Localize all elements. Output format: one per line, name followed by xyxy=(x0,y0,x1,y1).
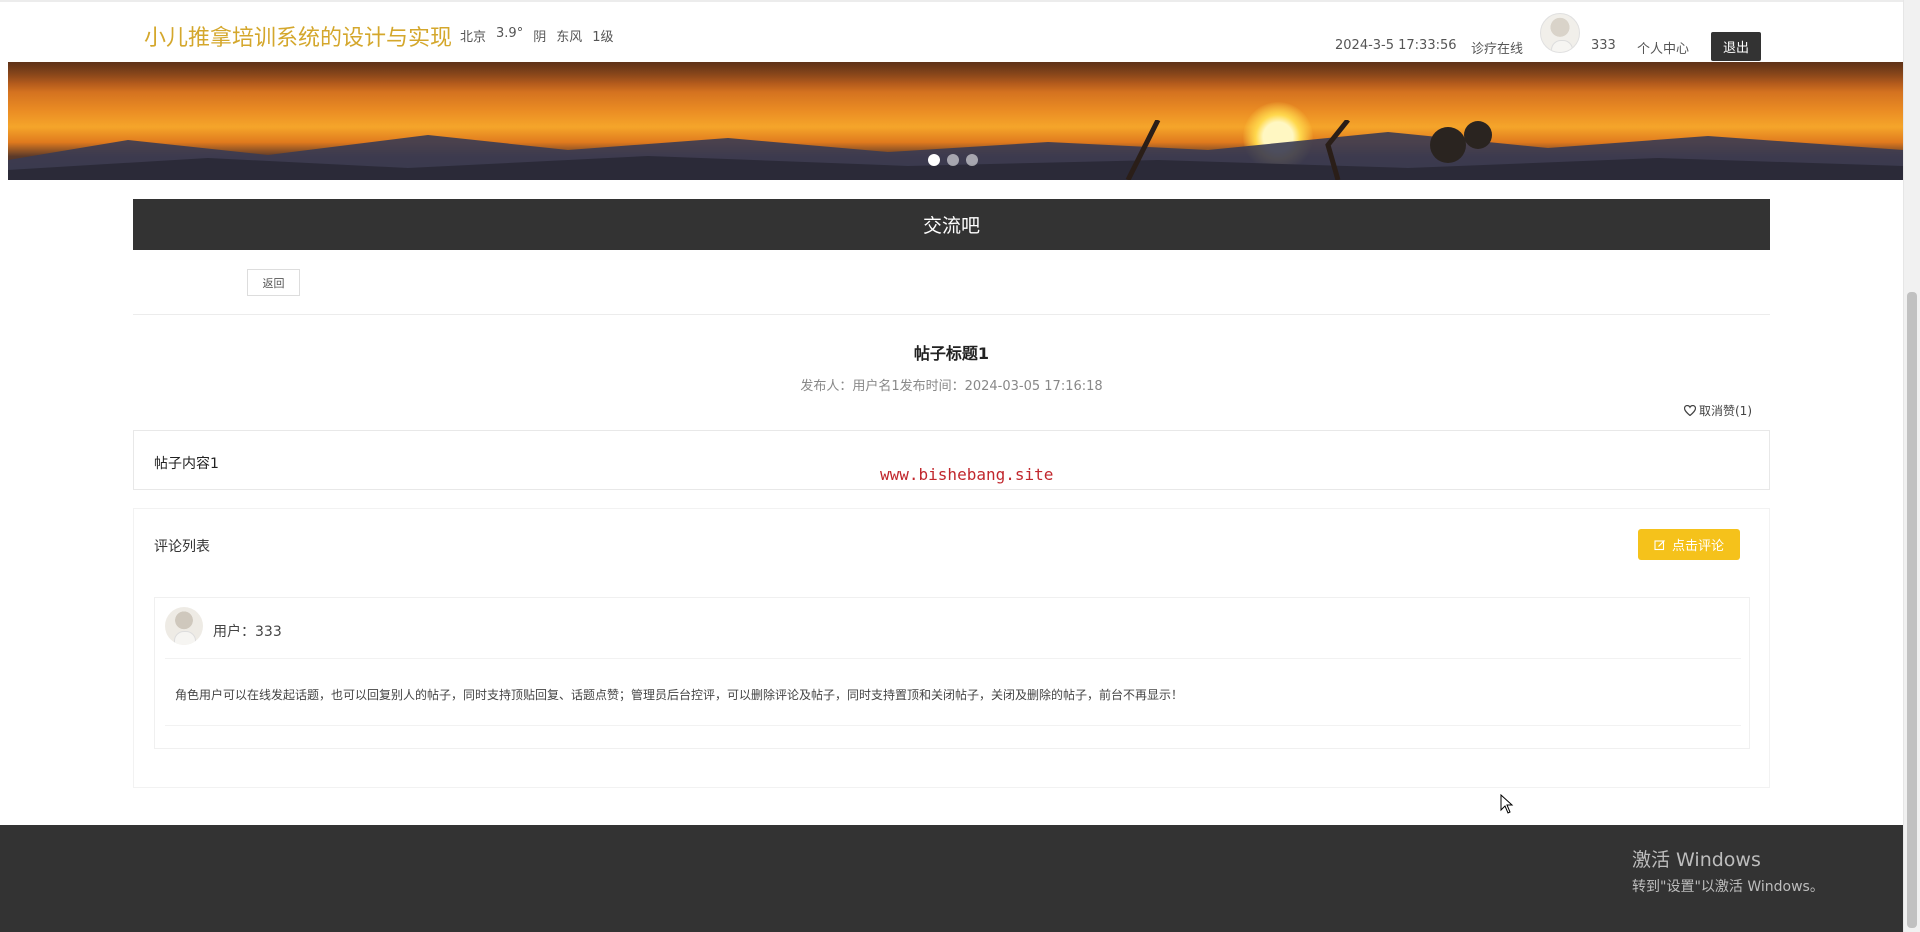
vertical-scrollbar[interactable] xyxy=(1903,0,1920,932)
comment-user: 用户：333 xyxy=(213,624,282,640)
weather-temp: 3.9° xyxy=(496,26,524,41)
watermark: www.bishebang.site xyxy=(880,465,1054,484)
mouse-cursor-icon xyxy=(1500,794,1514,814)
windows-activation-notice: 激活 Windows 转到"设置"以激活 Windows。 xyxy=(1632,845,1824,896)
post-title: 帖子标题1 xyxy=(913,344,990,363)
weather-wind: 东风 xyxy=(556,30,583,45)
comments-panel: 评论列表 点击评论 用户：333 角色用户可以在线发起话题，也可以回复别人的帖子… xyxy=(133,508,1770,788)
scrollbar-thumb[interactable] xyxy=(1907,292,1917,928)
activation-line1: 激活 Windows xyxy=(1632,849,1761,871)
like-label: 取消赞(1) xyxy=(1699,404,1752,418)
header-datetime: 2024-3-5 17:33:56 xyxy=(1335,38,1457,53)
weather-level: 1级 xyxy=(592,30,614,45)
weather-condition: 阴 xyxy=(533,30,547,45)
profile-link[interactable]: 个人中心 xyxy=(1637,38,1689,57)
online-consult-link[interactable]: 诊疗在线 xyxy=(1471,38,1523,57)
back-button[interactable]: 返回 xyxy=(247,269,300,296)
add-comment-label: 点击评论 xyxy=(1671,539,1724,554)
banner-carousel[interactable] xyxy=(8,62,1903,180)
comments-heading: 评论列表 xyxy=(154,539,210,555)
divider xyxy=(133,314,1770,315)
user-avatar[interactable] xyxy=(1540,13,1580,53)
activation-line2: 转到"设置"以激活 Windows。 xyxy=(1632,879,1824,895)
post-meta: 发布人：用户名1发布时间：2024-03-05 17:16:18 xyxy=(800,379,1103,394)
site-title[interactable]: 小儿推拿培训系统的设计与实现 xyxy=(144,20,452,52)
edit-icon xyxy=(1654,539,1665,550)
weather-widget: 北京 3.9° 阴 东风 1级 xyxy=(460,26,614,45)
banner-mountains xyxy=(8,120,1903,180)
comment-body: 角色用户可以在线发起话题，也可以回复别人的帖子，同时支持顶贴回复、话题点赞；管理… xyxy=(165,658,1741,726)
unlike-button[interactable]: 取消赞(1) xyxy=(1684,402,1752,419)
banner-clouds xyxy=(8,62,1903,92)
page-footer xyxy=(0,825,1903,932)
section-title-bar: 交流吧 xyxy=(133,199,1770,250)
comment-avatar xyxy=(165,607,203,645)
carousel-dot-1[interactable] xyxy=(928,154,940,166)
carousel-dot-3[interactable] xyxy=(966,154,978,166)
carousel-dots xyxy=(928,154,978,166)
header-username[interactable]: 333 xyxy=(1591,38,1616,53)
top-header: 小儿推拿培训系统的设计与实现 北京 3.9° 阴 东风 1级 2024-3-5 … xyxy=(0,0,1903,62)
carousel-dot-2[interactable] xyxy=(947,154,959,166)
comment-text: 角色用户可以在线发起话题，也可以回复别人的帖子，同时支持顶贴回复、话题点赞；管理… xyxy=(175,688,1184,702)
heart-icon xyxy=(1684,405,1696,416)
logout-button[interactable]: 退出 xyxy=(1711,32,1761,61)
add-comment-button[interactable]: 点击评论 xyxy=(1638,529,1740,560)
post-content: 帖子内容1 xyxy=(154,456,219,472)
comment-item: 用户：333 角色用户可以在线发起话题，也可以回复别人的帖子，同时支持顶贴回复、… xyxy=(154,597,1750,749)
weather-city: 北京 xyxy=(460,30,487,45)
